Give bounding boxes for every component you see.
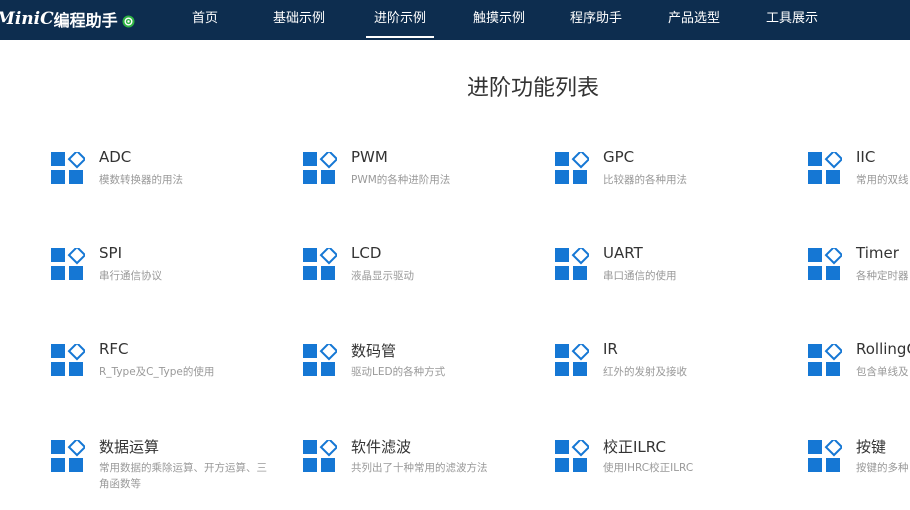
feature-title: IR: [603, 340, 618, 358]
grid-diamond-icon: [303, 437, 339, 474]
nav-tools-showcase[interactable]: 工具展示: [766, 0, 818, 40]
feature-description: 常用的双线: [856, 174, 909, 186]
feature-description: 按键的多种: [856, 462, 909, 474]
feature-card[interactable]: RFC R_Type及C_Type的使用: [51, 340, 301, 414]
grid-diamond-icon: [51, 245, 87, 282]
feature-title: 校正ILRC: [603, 438, 666, 456]
feature-card[interactable]: 校正ILRC 使用IHRC校正ILRC: [555, 437, 805, 510]
feature-description: 驱动LED的各种方式: [351, 366, 446, 378]
grid-diamond-icon: [51, 149, 87, 186]
top-nav-bar: MiniC 编程助手 首页 基础示例 进阶示例 触摸示例 程序助手 产品选型 工…: [0, 0, 910, 40]
grid-diamond-icon: [555, 341, 591, 378]
brand-name-latin: MiniC: [0, 9, 54, 29]
feature-card[interactable]: LCD 液晶显示驱动: [303, 244, 553, 318]
feature-card[interactable]: Timer 各种定时器: [808, 244, 910, 318]
feature-card[interactable]: RollingC 包含单线及: [808, 340, 910, 414]
grid-diamond-icon: [808, 341, 844, 378]
nav-touch-examples[interactable]: 触摸示例: [473, 0, 525, 40]
feature-description: 液晶显示驱动: [351, 270, 414, 282]
feature-title: IIC: [856, 148, 876, 166]
feature-card[interactable]: ADC 模数转换器的用法: [51, 148, 301, 222]
feature-description: 共列出了十种常用的滤波方法: [351, 462, 488, 474]
feature-card[interactable]: SPI 串行通信协议: [51, 244, 301, 318]
feature-card[interactable]: UART 串口通信的使用: [555, 244, 805, 318]
grid-diamond-icon: [808, 149, 844, 186]
feature-title: 数码管: [351, 342, 397, 360]
feature-description: 包含单线及: [856, 366, 909, 378]
grid-diamond-icon: [808, 245, 844, 282]
grid-diamond-icon: [555, 149, 591, 186]
feature-card[interactable]: 软件滤波共列出了十种常用的滤波方法: [303, 437, 553, 510]
feature-card[interactable]: IIC 常用的双线: [808, 148, 910, 222]
feature-description: 模数转换器的用法: [99, 174, 183, 186]
grid-diamond-icon: [303, 341, 339, 378]
nav-home[interactable]: 首页: [192, 0, 218, 40]
grid-diamond-icon: [303, 149, 339, 186]
page-title: 进阶功能列表: [466, 76, 599, 101]
feature-title: ADC: [99, 148, 132, 166]
feature-description: 串口通信的使用: [603, 270, 677, 282]
grid-diamond-icon: [303, 245, 339, 282]
feature-description: 各种定时器: [856, 270, 909, 282]
feature-description: PWM的各种进阶用法: [351, 174, 451, 186]
grid-diamond-icon: [51, 341, 87, 378]
feature-title: GPC: [603, 148, 635, 166]
feature-title: RollingC: [856, 340, 910, 358]
brand-name-chinese: 编程助手: [53, 11, 118, 30]
grid-diamond-icon: [555, 245, 591, 282]
feature-title: UART: [603, 244, 643, 262]
feature-card[interactable]: GPC 比较器的各种用法: [555, 148, 805, 222]
feature-description: 使用IHRC校正ILRC: [603, 462, 694, 474]
feature-title: SPI: [99, 244, 122, 262]
grid-diamond-icon: [808, 437, 844, 474]
gear-logo-icon: [122, 13, 135, 27]
nav-basic-examples[interactable]: 基础示例: [273, 0, 325, 40]
feature-description: 红外的发射及接收: [603, 366, 687, 378]
feature-card[interactable]: PWM PWM的各种进阶用法: [303, 148, 553, 222]
grid-diamond-icon: [555, 437, 591, 474]
feature-description: 常用数据的乘除运算、开方运算、三角函数等: [99, 462, 267, 490]
feature-title: RFC: [99, 340, 129, 358]
feature-card[interactable]: IR 红外的发射及接收: [555, 340, 805, 414]
feature-card[interactable]: 数码管驱动LED的各种方式: [303, 341, 553, 414]
feature-description: 串行通信协议: [99, 270, 162, 282]
nav-advanced-examples[interactable]: 进阶示例: [365, 0, 435, 40]
brand[interactable]: MiniC 编程助手: [0, 6, 135, 32]
feature-card[interactable]: 数据运算常用数据的乘除运算、开方运算、三角函数等: [51, 437, 301, 510]
feature-title: 数据运算: [99, 438, 160, 456]
feature-title: 软件滤波: [351, 438, 412, 456]
feature-description: 比较器的各种用法: [603, 174, 687, 186]
feature-card[interactable]: 按键 按键的多种: [808, 437, 910, 510]
nav-product-selection[interactable]: 产品选型: [668, 0, 720, 40]
nav-program-assistant[interactable]: 程序助手: [570, 0, 622, 40]
grid-diamond-icon: [51, 437, 87, 474]
feature-title: Timer: [856, 244, 899, 262]
feature-title: 按键: [856, 438, 887, 456]
feature-description: R_Type及C_Type的使用: [99, 366, 215, 378]
feature-title: LCD: [351, 244, 382, 262]
feature-title: PWM: [351, 148, 388, 166]
